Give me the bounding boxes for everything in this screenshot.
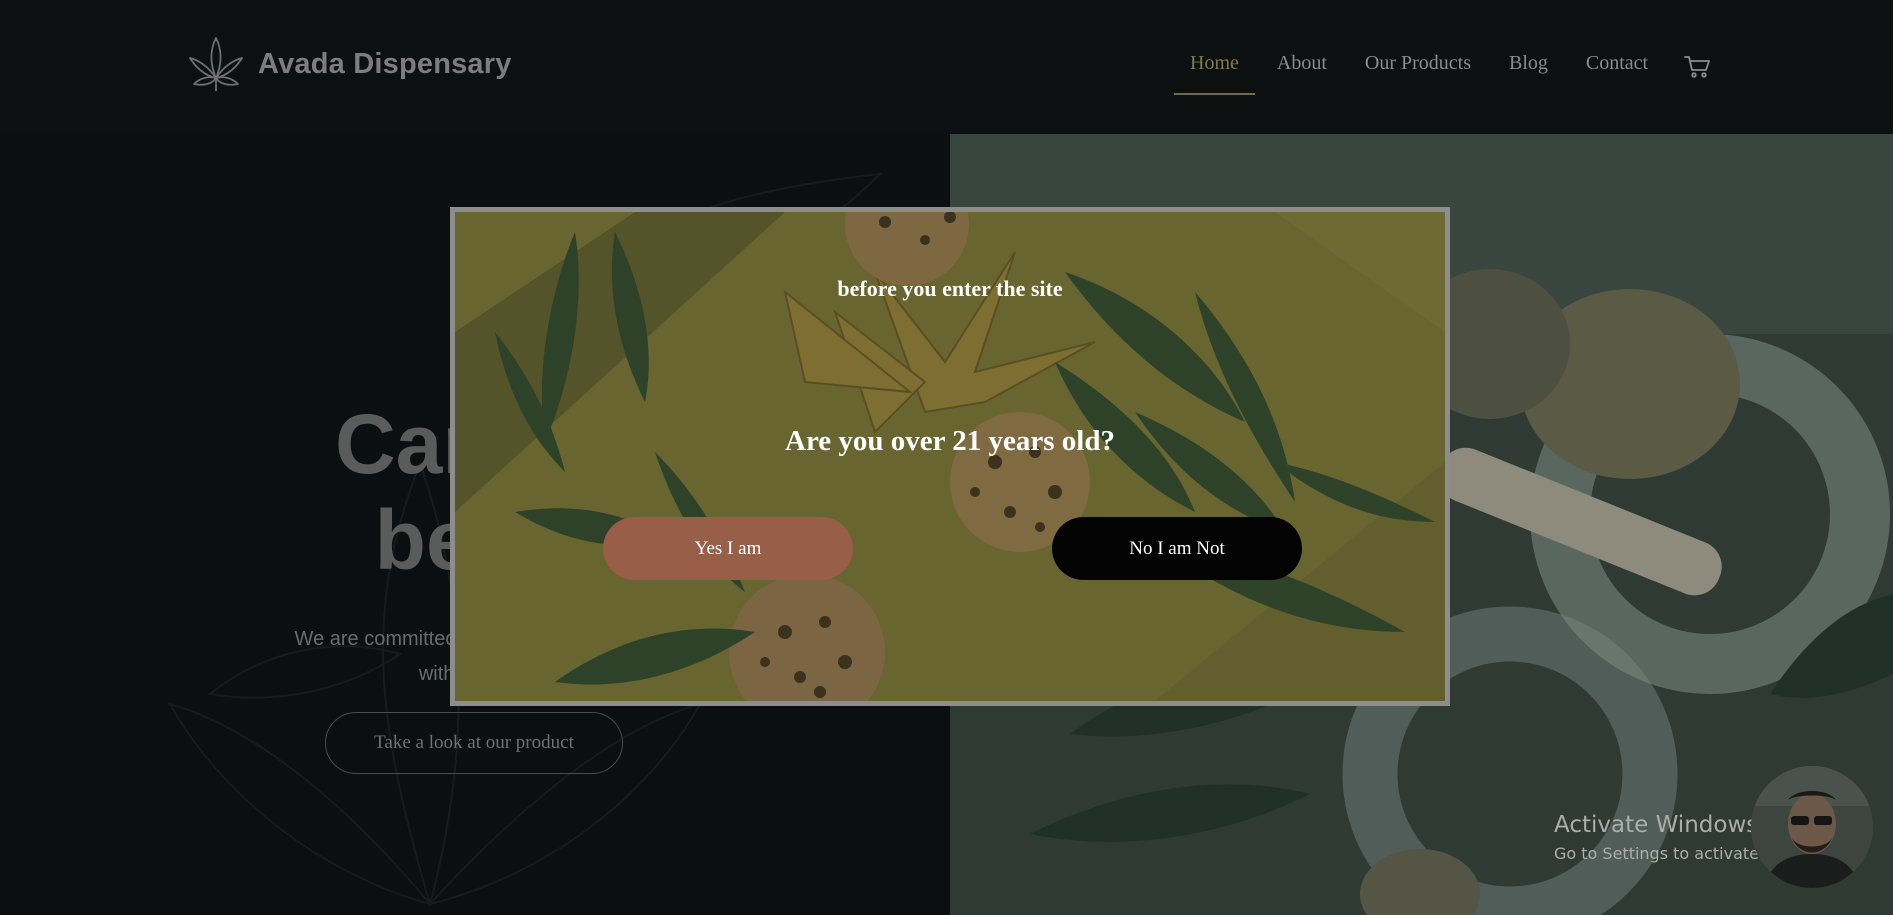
age-verification-panel: before you enter the site Are you over 2… [455, 212, 1445, 701]
webcam-avatar [1751, 766, 1873, 888]
age-gate-question: Are you over 21 years old? [785, 425, 1115, 457]
confirm-age-button[interactable]: Yes I am [603, 517, 853, 580]
age-gate-subtitle: before you enter the site [837, 276, 1063, 301]
age-verification-modal: before you enter the site Are you over 2… [450, 207, 1450, 706]
person-avatar-icon [1751, 766, 1873, 888]
deny-age-button[interactable]: No I am Not [1052, 517, 1302, 580]
